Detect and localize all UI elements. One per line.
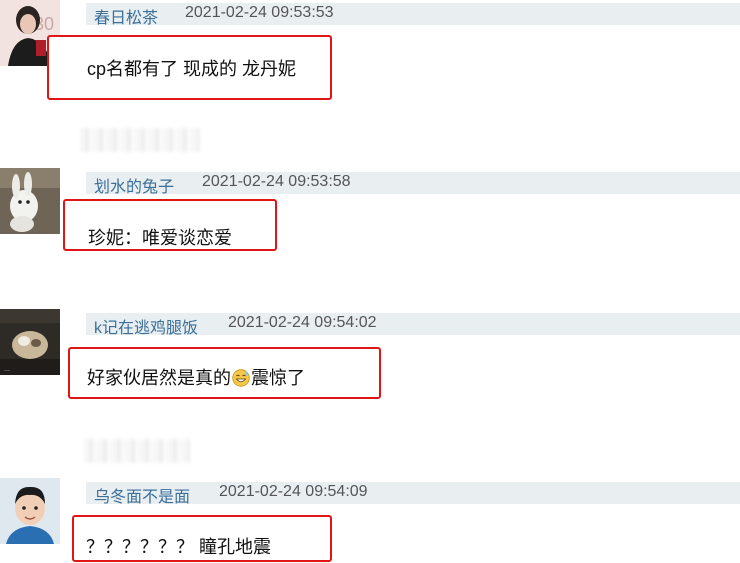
grinning-sweat-icon <box>232 369 250 387</box>
blurred-content <box>84 439 190 463</box>
avatar[interactable] <box>0 168 60 234</box>
comment-text-part: 好家伙居然是真的 <box>87 368 231 388</box>
comment-text: ？？？？？？ 瞳孔地震 <box>86 537 271 557</box>
comment-text: cp名都有了 现成的 龙丹妮 <box>87 59 297 79</box>
comment-text: 珍妮：唯爱谈恋爱 <box>88 228 232 248</box>
timestamp: 2021-02-24 09:54:09 <box>219 483 368 500</box>
username-link[interactable]: 春日松茶 <box>94 4 158 28</box>
comment-header: 乌冬面不是面 2021-02-24 09:54:09 <box>86 482 740 507</box>
svg-text:…: … <box>4 366 10 373</box>
comment-header: k记在逃鸡腿饭 2021-02-24 09:54:02 <box>86 313 740 338</box>
timestamp: 2021-02-24 09:54:02 <box>228 314 377 331</box>
comment-header: 划水的兔子 2021-02-24 09:53:58 <box>86 172 740 197</box>
comment-text-part: 震惊了 <box>251 368 305 388</box>
comment-text: 好家伙居然是真的 震惊了 <box>87 364 305 390</box>
avatar[interactable]: … <box>0 309 60 375</box>
username-link[interactable]: 划水的兔子 <box>94 173 174 197</box>
avatar[interactable] <box>0 478 60 544</box>
timestamp: 2021-02-24 09:53:58 <box>202 173 351 190</box>
username-link[interactable]: 乌冬面不是面 <box>94 483 190 507</box>
blurred-content <box>80 128 200 152</box>
username-link[interactable]: k记在逃鸡腿饭 <box>94 314 198 338</box>
comment-header: 春日松茶 2021-02-24 09:53:53 <box>86 3 740 28</box>
timestamp: 2021-02-24 09:53:53 <box>185 4 334 21</box>
